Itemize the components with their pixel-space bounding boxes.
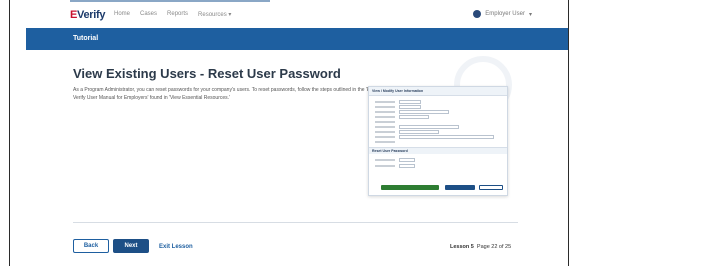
page-count: Page 22 of 25 <box>476 244 512 250</box>
form-row-label <box>375 165 395 167</box>
form-row-label <box>375 131 395 133</box>
footer-divider <box>73 222 518 223</box>
next-button[interactable]: Next <box>113 239 149 253</box>
lesson-number: Lesson 5 <box>450 244 474 250</box>
form-row-label <box>375 111 395 113</box>
form-row-label <box>375 101 395 103</box>
nav-link-home[interactable]: Home <box>114 11 130 18</box>
form-row-label <box>375 121 395 123</box>
tutorial-bar-label: Tutorial <box>73 35 99 42</box>
nav-link-resources-label: Resources <box>198 12 227 18</box>
nav-top-accent <box>70 0 270 2</box>
everify-logo[interactable]: EVerify <box>70 9 106 21</box>
top-navigation: EVerify Home Cases Reports Resources ▾ E… <box>10 0 568 27</box>
form-reset-section: Reset User Password <box>369 147 507 154</box>
exit-lesson-link[interactable]: Exit Lesson <box>159 244 193 250</box>
form-field <box>399 100 421 104</box>
form-field <box>399 164 415 168</box>
page-title: View Existing Users - Reset User Passwor… <box>73 66 341 81</box>
form-row-label <box>375 106 395 108</box>
logo-text: Verify <box>77 9 106 21</box>
tutorial-window: EVerify Home Cases Reports Resources ▾ E… <box>9 0 569 266</box>
form-row-label <box>375 136 395 138</box>
form-field <box>399 115 429 119</box>
user-icon <box>473 10 482 18</box>
form-row-label <box>375 159 395 161</box>
lesson-description: As a Program Administrator, you can rese… <box>73 87 372 101</box>
form-field <box>399 158 415 162</box>
nav-links: Home Cases Reports Resources ▾ <box>114 11 231 18</box>
lesson-progress: Lesson 5 Page 22 of 25 <box>450 244 511 250</box>
back-button[interactable]: Back <box>73 239 109 253</box>
logo-e: E <box>70 9 78 21</box>
form-row-label <box>375 141 395 143</box>
form-screenshot-header: View / Modify User Information <box>369 87 507 96</box>
form-blue-button <box>445 185 475 190</box>
tutorial-bar: Tutorial <box>26 28 568 50</box>
form-field <box>399 135 494 139</box>
form-green-button <box>381 185 439 190</box>
chevron-down-icon: ▾ <box>228 12 232 18</box>
form-field <box>399 130 439 134</box>
form-row-label <box>375 126 395 128</box>
form-field <box>399 110 449 114</box>
nav-link-resources[interactable]: Resources ▾ <box>198 11 231 18</box>
nav-link-reports[interactable]: Reports <box>167 11 188 18</box>
form-screenshot: View / Modify User Information Reset Use… <box>368 86 508 196</box>
form-field <box>399 105 421 109</box>
user-name: Employer User <box>485 11 525 17</box>
nav-link-cases[interactable]: Cases <box>140 11 157 18</box>
form-row-label <box>375 116 395 118</box>
chevron-down-icon: ▾ <box>528 11 532 18</box>
form-field <box>399 125 459 129</box>
user-menu[interactable]: Employer User ▾ <box>473 10 532 18</box>
form-outline-button <box>479 185 503 190</box>
